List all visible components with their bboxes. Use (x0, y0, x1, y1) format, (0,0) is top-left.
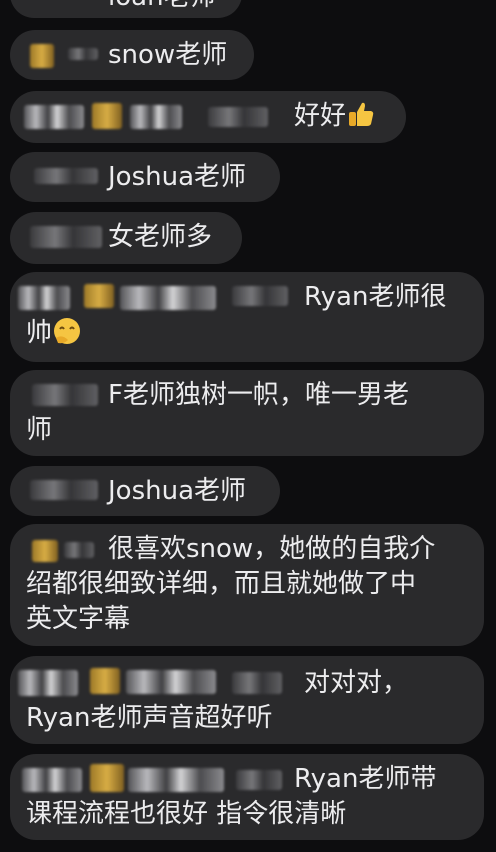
blurred-sender-name (232, 286, 288, 306)
blurred-sender-name (232, 672, 282, 694)
chat-message: 很喜欢snow，她做的自我介 绍都很细致详细，而且就她做了中 英文字幕 (10, 524, 484, 646)
chat-message: Ryan老师带 课程流程也很好 指令很清晰 (10, 754, 484, 840)
message-text: 女老师多 (108, 222, 213, 252)
message-line: Ryan老师声音超好听 (26, 703, 273, 733)
blurred-sender-name (90, 668, 120, 694)
blurred-sender-name (34, 168, 98, 184)
message-text: Ryan老师声音超好听 (26, 701, 272, 736)
message-line: 师 (26, 415, 53, 445)
message-text: 课程流程也很好 指令很清晰 (26, 797, 346, 832)
chat-message: Joshua老师 (10, 466, 280, 516)
blurred-sender-name (24, 105, 84, 129)
message-text: 好好 (294, 99, 376, 134)
blurred-sender-name (92, 103, 122, 129)
blurred-sender-name (208, 107, 268, 127)
chat-message: 好好 (10, 91, 406, 143)
blurred-sender-name (18, 670, 78, 696)
chat-message: Joshua老师 (10, 152, 280, 202)
message-line: F老师独树一帜，唯一男老 (108, 380, 409, 410)
blurred-sender-name (120, 286, 216, 310)
message-text: ioan老师 (108, 0, 216, 15)
blurred-sender-name (90, 764, 124, 792)
blurred-sender-name (32, 384, 98, 406)
blurred-sender-name (18, 286, 70, 310)
message-line: 课程流程也很好 指令很清晰 (26, 799, 347, 829)
message-line: Ryan老师带 (294, 764, 437, 794)
chat-message: ioan老师 (10, 0, 242, 18)
message-line: 很喜欢snow，她做的自我介 (108, 534, 436, 564)
message-line: Ryan老师很 (304, 282, 447, 312)
message-text: F老师独树一帜，唯一男老 (108, 378, 409, 413)
smiling-face-with-hand-icon (54, 318, 81, 344)
thumbs-up-icon (349, 102, 374, 126)
message-text: 帅 (26, 316, 82, 351)
blurred-sender-name (30, 480, 98, 500)
blurred-sender-name (64, 542, 94, 558)
message-text: 对对对， (304, 666, 408, 701)
blurred-sender-name (22, 768, 82, 792)
chat-message-list[interactable]: ioan老师 snow老师 好好 Joshua老师 女老师多 Ryan老师很 (0, 0, 496, 852)
blurred-sender-name (84, 284, 114, 308)
message-text: snow老师 (108, 40, 228, 70)
blurred-sender-name (236, 770, 282, 790)
chat-message: 女老师多 (10, 212, 242, 264)
blurred-sender-name (126, 670, 216, 694)
chat-message: F老师独树一帜，唯一男老 师 (10, 370, 484, 456)
chat-message: 对对对， Ryan老师声音超好听 (10, 656, 484, 744)
blurred-sender-name (30, 226, 102, 248)
message-line: 对对对， (304, 668, 409, 698)
message-text: Ryan老师很 (304, 280, 446, 315)
message-line: 绍都很细致详细，而且就她做了中 (26, 569, 417, 599)
message-line: 英文字幕 (26, 604, 131, 634)
blurred-sender-name (68, 48, 98, 60)
message-text: 绍都很细致详细，而且就她做了中 英文字幕 (26, 567, 416, 637)
blurred-sender-name (32, 540, 58, 562)
message-text: Ryan老师带 (294, 762, 436, 797)
chat-message: Ryan老师很 帅 (10, 272, 484, 362)
blurred-sender-name (128, 768, 224, 792)
message-text: 很喜欢snow，她做的自我介 (108, 532, 435, 567)
message-text: Joshua老师 (108, 162, 247, 192)
blurred-sender-name (130, 105, 182, 129)
blurred-sender-name (30, 44, 54, 68)
message-text: 师 (26, 413, 52, 448)
message-text: Joshua老师 (108, 476, 247, 506)
chat-message: snow老师 (10, 30, 254, 80)
